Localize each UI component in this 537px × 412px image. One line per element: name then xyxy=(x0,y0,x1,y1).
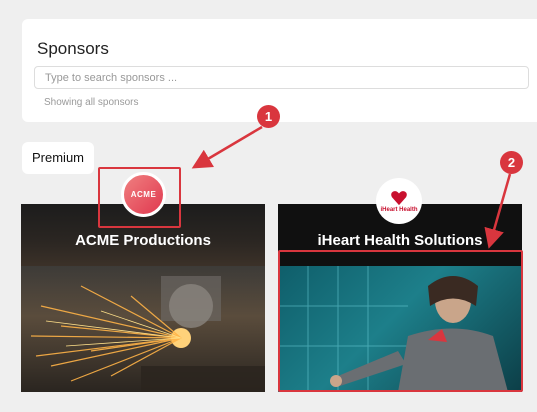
annotation-highlight-2 xyxy=(278,250,523,392)
annotation-marker-2: 2 xyxy=(500,151,523,174)
annotation-highlight-1 xyxy=(98,167,181,228)
iheart-logo[interactable]: iHeart Health xyxy=(376,178,422,224)
page-title: Sponsors xyxy=(37,39,109,58)
sponsor-name: ACME Productions xyxy=(75,232,211,249)
logo-text: iHeart Health xyxy=(380,206,418,213)
annotation-marker-1: 1 xyxy=(257,105,280,128)
search-status-text: Showing all sponsors xyxy=(44,97,139,108)
sponsor-card-acme[interactable]: ACME Productions xyxy=(21,204,265,392)
sponsor-photo xyxy=(21,266,265,392)
search-input[interactable] xyxy=(34,66,529,89)
tier-heading-premium: Premium xyxy=(22,142,95,174)
sponsors-search-panel: Sponsors Showing all sponsors xyxy=(22,19,537,122)
sparks-image xyxy=(30,276,265,392)
heart-icon xyxy=(391,190,407,205)
arrow-1 xyxy=(191,125,263,169)
sponsor-name: iHeart Health Solutions xyxy=(317,232,483,249)
